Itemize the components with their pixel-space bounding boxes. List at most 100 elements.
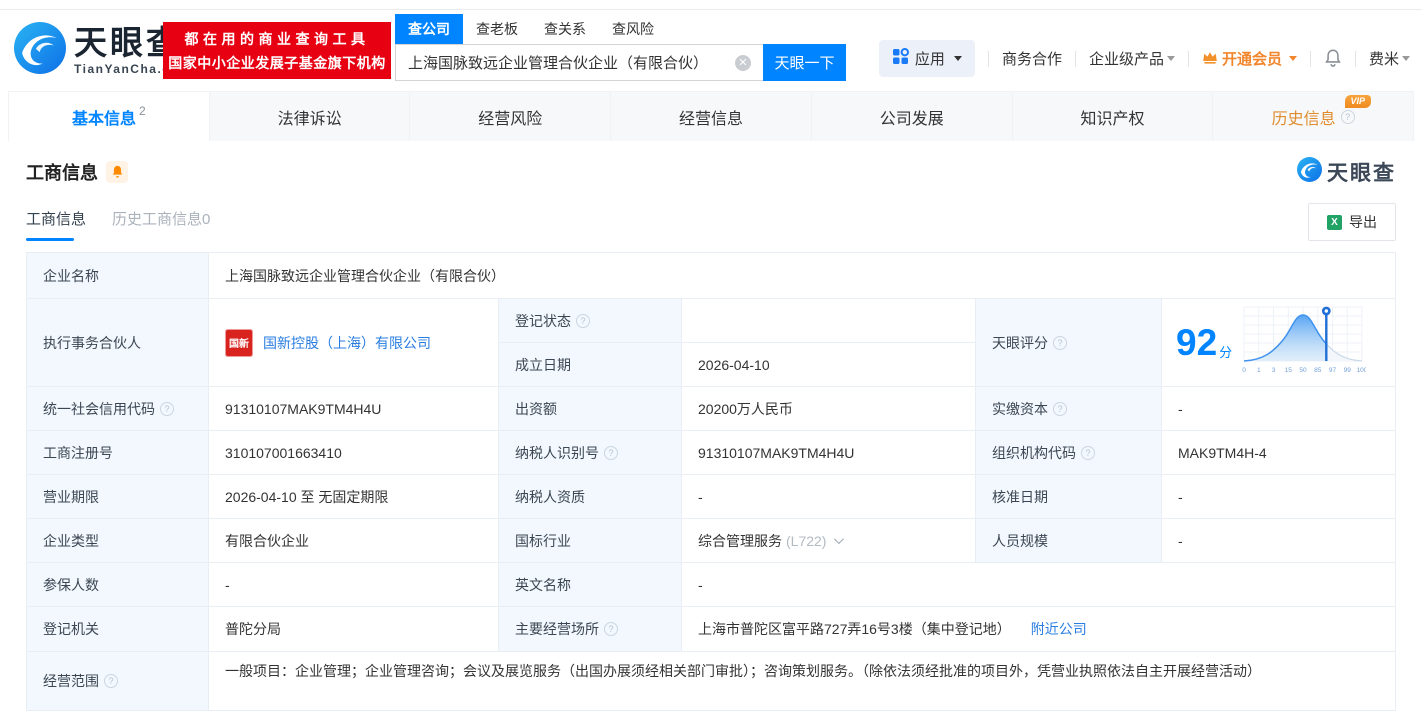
help-icon[interactable]: ? [576, 313, 590, 328]
tab-basic-info[interactable]: 基本信息 2 [9, 92, 210, 141]
help-icon[interactable]: ? [604, 622, 618, 636]
search-button[interactable]: 天眼一下 [763, 44, 846, 81]
field-label-reg-status: 登记状态? [499, 299, 682, 343]
help-icon[interactable]: ? [104, 674, 118, 688]
nav-enterprise-product[interactable]: 企业级产品 [1089, 48, 1175, 69]
tianyancha-swirl-icon [14, 22, 66, 79]
score-distribution-chart: 0 1 3 15 50 85 97 99 100 [1240, 303, 1368, 382]
help-icon[interactable]: ? [1081, 445, 1095, 460]
chevron-down-icon[interactable] [834, 534, 845, 545]
field-value-taxpayer-quality: - [682, 475, 976, 519]
apps-label: 应用 [914, 51, 945, 68]
site-header: 天眼查 TianYanCha.com 都在用的商业查询工具 国家中小企业发展子基… [0, 10, 1422, 91]
field-value-business-scope: 一般项目：企业管理；企业管理咨询；会议及展览服务（出国办展须经相关部门审批）；咨… [209, 652, 1395, 710]
nav-enterprise-label: 企业级产品 [1088, 51, 1164, 68]
search-tabs: 查公司 查老板 查关系 查风险 [395, 14, 846, 44]
field-value-industry: 综合管理服务 (L722) [682, 519, 976, 563]
help-icon[interactable]: ? [1053, 335, 1067, 350]
divider [1354, 50, 1356, 67]
company-tab-bar: 基本信息 2 法律诉讼 经营风险 经营信息 公司发展 知识产权 VIP 历史信息… [8, 91, 1414, 141]
tab-operation-risk[interactable]: 经营风险 [410, 92, 612, 141]
tab-label: 历史信息 [1271, 110, 1336, 128]
nearby-companies-link[interactable]: 附近公司 [1031, 619, 1087, 639]
field-value-capital: 20200万人民币 [682, 387, 976, 431]
tab-history-info[interactable]: VIP 历史信息 ? [1213, 92, 1413, 141]
field-value-executive-partner: 国新 国新控股（上海）有限公司 [209, 299, 499, 387]
divider [1309, 50, 1311, 67]
field-value-reg-authority: 普陀分局 [209, 607, 499, 652]
help-icon[interactable]: ? [160, 401, 174, 416]
tab-label: 公司发展 [879, 110, 944, 128]
svg-text:50: 50 [1300, 367, 1308, 374]
tab-label: 经营风险 [478, 110, 543, 128]
field-label-taxpayer-quality: 纳税人资质 [499, 475, 682, 519]
promo-banner: 都在用的商业查询工具 国家中小企业发展子基金旗下机构 [163, 22, 391, 79]
field-label-reg-number: 工商注册号 [27, 431, 209, 475]
search-tab-risk[interactable]: 查风险 [599, 14, 667, 44]
tab-legal-litigation[interactable]: 法律诉讼 [210, 92, 411, 141]
field-value-org-code: MAK9TM4H-4 [1162, 431, 1395, 475]
chevron-down-icon [1288, 56, 1297, 61]
chevron-down-icon [953, 56, 962, 61]
tab-label: 经营信息 [679, 110, 744, 128]
field-label-insured-count: 参保人数 [27, 563, 209, 607]
help-icon[interactable]: ? [1053, 401, 1067, 416]
field-label-establish-date: 成立日期 [499, 343, 682, 387]
banner-line1: 都在用的商业查询工具 [184, 30, 370, 47]
vip-badge: VIP [1344, 95, 1372, 108]
partner-company-link[interactable]: 国新控股（上海）有限公司 [263, 333, 431, 353]
tab-company-development[interactable]: 公司发展 [812, 92, 1013, 141]
field-label-taxpayer-id: 纳税人识别号? [499, 431, 682, 475]
tab-operation-info[interactable]: 经营信息 [611, 92, 812, 141]
svg-text:3: 3 [1272, 367, 1276, 374]
field-label-approval-date: 核准日期 [976, 475, 1162, 519]
partner-company-logo[interactable]: 国新 [225, 328, 253, 357]
subtab-history-business-info[interactable]: 历史工商信息0 [112, 208, 210, 241]
export-button[interactable]: X 导出 [1308, 203, 1396, 241]
help-icon[interactable]: ? [1340, 109, 1355, 124]
field-value-reg-number: 310107001663410 [209, 431, 499, 475]
divider [1074, 50, 1076, 67]
user-menu[interactable]: 费米 [1369, 48, 1410, 69]
svg-text:100: 100 [1357, 367, 1366, 374]
open-vip-button[interactable]: 开通会员 [1202, 48, 1297, 69]
subtab-business-info[interactable]: 工商信息 [26, 208, 86, 241]
field-label-business-address: 主要经营场所? [499, 607, 682, 652]
export-label: 导出 [1349, 214, 1377, 230]
svg-text:1: 1 [1257, 367, 1261, 374]
tab-intellectual-property[interactable]: 知识产权 [1013, 92, 1214, 141]
search-tab-relation[interactable]: 查关系 [531, 14, 599, 44]
clear-search-icon[interactable]: ✕ [735, 55, 751, 71]
search-tab-company[interactable]: 查公司 [395, 14, 463, 44]
tab-label: 法律诉讼 [277, 110, 342, 128]
divider [1187, 50, 1189, 67]
field-value-paid-capital: - [1162, 387, 1395, 431]
field-label-company-type: 企业类型 [27, 519, 209, 563]
field-value-approval-date: - [1162, 475, 1395, 519]
chevron-down-icon [1402, 56, 1410, 61]
field-label-staff-size: 人员规模 [976, 519, 1162, 563]
tab-label: 知识产权 [1080, 110, 1145, 128]
field-label-industry: 国标行业 [499, 519, 682, 563]
excel-icon: X [1327, 214, 1342, 230]
field-label-company-name: 企业名称 [27, 253, 209, 299]
notifications-bell-icon[interactable] [1324, 49, 1342, 68]
field-label-org-code: 组织机构代码? [976, 431, 1162, 475]
banner-line2: 国家中小企业发展子基金旗下机构 [168, 54, 386, 71]
svg-text:97: 97 [1329, 367, 1337, 374]
field-label-paid-capital: 实缴资本? [976, 387, 1162, 431]
subscribe-bell-icon[interactable] [106, 161, 128, 183]
svg-text:0: 0 [1242, 367, 1246, 374]
search-tab-boss[interactable]: 查老板 [463, 14, 531, 44]
search-input[interactable] [395, 44, 763, 81]
field-label-business-term: 营业期限 [27, 475, 209, 519]
apps-grid-icon [892, 47, 909, 69]
help-icon[interactable]: ? [604, 445, 618, 460]
apps-menu[interactable]: 应用 [878, 40, 975, 77]
field-value-credit-code: 91310107MAK9TM4H4U [209, 387, 499, 431]
nav-cooperation[interactable]: 商务合作 [1002, 48, 1062, 69]
field-label-english-name: 英文名称 [499, 563, 682, 607]
search-area: 查公司 查老板 查关系 查风险 ✕ 天眼一下 [395, 14, 846, 81]
header-nav: 应用 商务合作 企业级产品 开通会员 费米 [878, 40, 1410, 77]
svg-text:15: 15 [1285, 367, 1293, 374]
